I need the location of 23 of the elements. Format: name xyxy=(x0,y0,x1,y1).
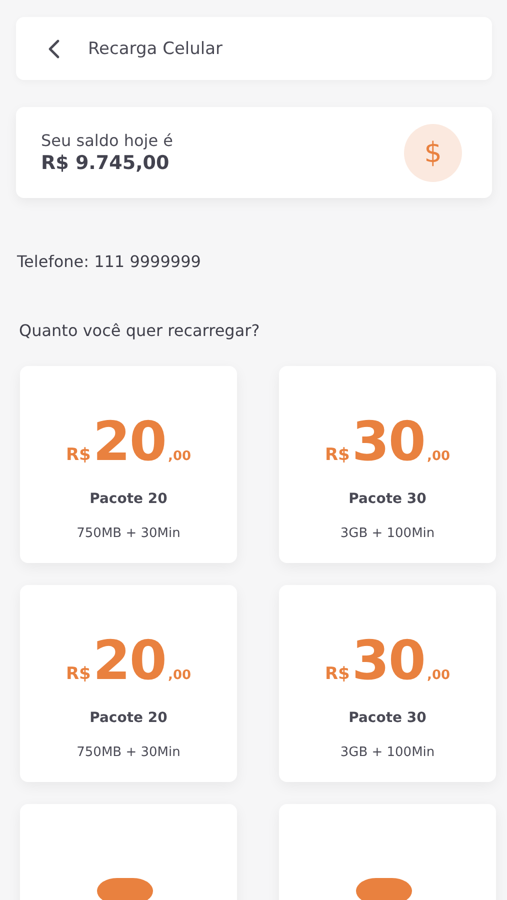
back-icon xyxy=(48,38,60,58)
balance-amount: R$ 9.745,00 xyxy=(41,152,170,174)
package-name: Pacote 20 xyxy=(90,491,168,507)
package-card[interactable]: R$30,00 Pacote 30 3GB + 100Min xyxy=(279,366,496,563)
package-detail: 3GB + 100Min xyxy=(340,745,435,760)
balance-label: Seu saldo hoje é xyxy=(41,131,173,150)
question-label: Quanto você quer recarregar? xyxy=(19,321,261,340)
package-detail: 750MB + 30Min xyxy=(76,526,180,541)
package-name: Pacote 30 xyxy=(348,491,426,507)
package-name: Pacote 30 xyxy=(348,710,426,726)
phone-number: Telefone: 111 9999999 xyxy=(17,252,202,271)
price: R$30,00 xyxy=(324,410,450,473)
package-detail: 3GB + 100Min xyxy=(340,526,435,541)
price: R$30,00 xyxy=(324,629,450,692)
package-card[interactable]: R$30,00 Pacote 30 3GB + 100Min xyxy=(279,585,496,782)
page-title: Recarga Celular xyxy=(88,38,223,58)
package-card[interactable]: R$20,00 Pacote 20 750MB + 30Min xyxy=(20,585,237,782)
dollar-icon: $ xyxy=(404,124,462,182)
price: R$20,00 xyxy=(66,629,192,692)
package-card[interactable]: R$20,00 Pacote 20 750MB + 30Min xyxy=(20,366,237,563)
package-detail: 750MB + 30Min xyxy=(76,745,180,760)
package-name: Pacote 20 xyxy=(90,710,168,726)
price: R$20,00 xyxy=(66,410,192,473)
